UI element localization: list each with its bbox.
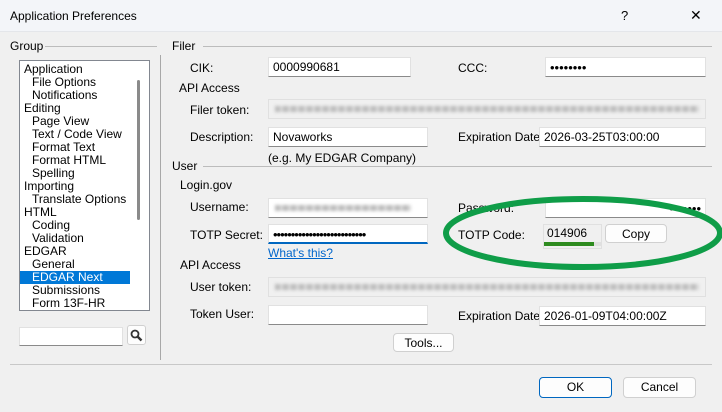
user-token-input[interactable] [268,277,706,297]
ccc-input[interactable]: •••••••• [545,57,706,77]
description-label: Description: [190,130,254,144]
whats-this-link[interactable]: What's this? [268,246,333,260]
user-expiration-label: Expiration Date: [458,309,544,323]
ccc-label: CCC: [458,61,488,75]
cik-input[interactable]: 0000990681 [268,57,411,77]
cancel-button[interactable]: Cancel [623,377,696,398]
cik-label: CIK: [190,61,214,75]
user-divider [203,166,712,167]
list-scrollbar[interactable] [137,80,140,220]
filer-token-label: Filer token: [190,103,250,117]
vertical-divider [160,55,161,360]
user-expiration-input[interactable]: 2026-01-09T04:00:00Z [539,306,706,326]
title-bar: Application Preferences ? ✕ [0,0,722,32]
ok-button[interactable]: OK [539,377,612,398]
user-token-label: User token: [190,280,252,294]
user-section-label: User [172,159,198,173]
group-search-input[interactable] [19,327,123,346]
filer-expiration-label: Expiration Date: [458,130,544,144]
group-label: Group [10,39,44,53]
footer-divider [10,364,712,365]
group-divider [45,46,157,47]
username-input[interactable] [268,198,428,218]
group-item[interactable]: Form 13F-HR [20,297,149,310]
totp-secret-label: TOTP Secret: [190,228,263,242]
filer-token-input[interactable] [268,99,706,119]
help-button[interactable]: ? [621,8,628,23]
token-user-label: Token User: [190,307,255,321]
filer-section-label: Filer [172,39,196,53]
username-label: Username: [190,200,249,214]
login-gov-label: Login.gov [180,178,233,192]
search-button[interactable] [127,325,146,345]
highlight-oval [443,196,722,270]
tools-button[interactable]: Tools... [393,333,454,352]
filer-divider [203,46,712,47]
description-hint: (e.g. My EDGAR Company) [268,151,417,165]
filer-api-access-label: API Access [179,81,240,95]
group-list[interactable]: Application File Options Notifications Edit… [19,60,150,311]
user-api-access-label: API Access [180,258,241,272]
totp-secret-input[interactable]: •••••••••••••••••••••••••• [268,224,428,244]
close-button[interactable]: ✕ [690,7,702,24]
filer-expiration-input[interactable]: 2026-03-25T03:00:00 [539,127,706,147]
magnifier-icon [130,329,143,342]
description-input[interactable]: Novaworks [268,127,428,147]
window-title: Application Preferences [10,9,137,23]
token-user-input[interactable] [268,305,428,325]
